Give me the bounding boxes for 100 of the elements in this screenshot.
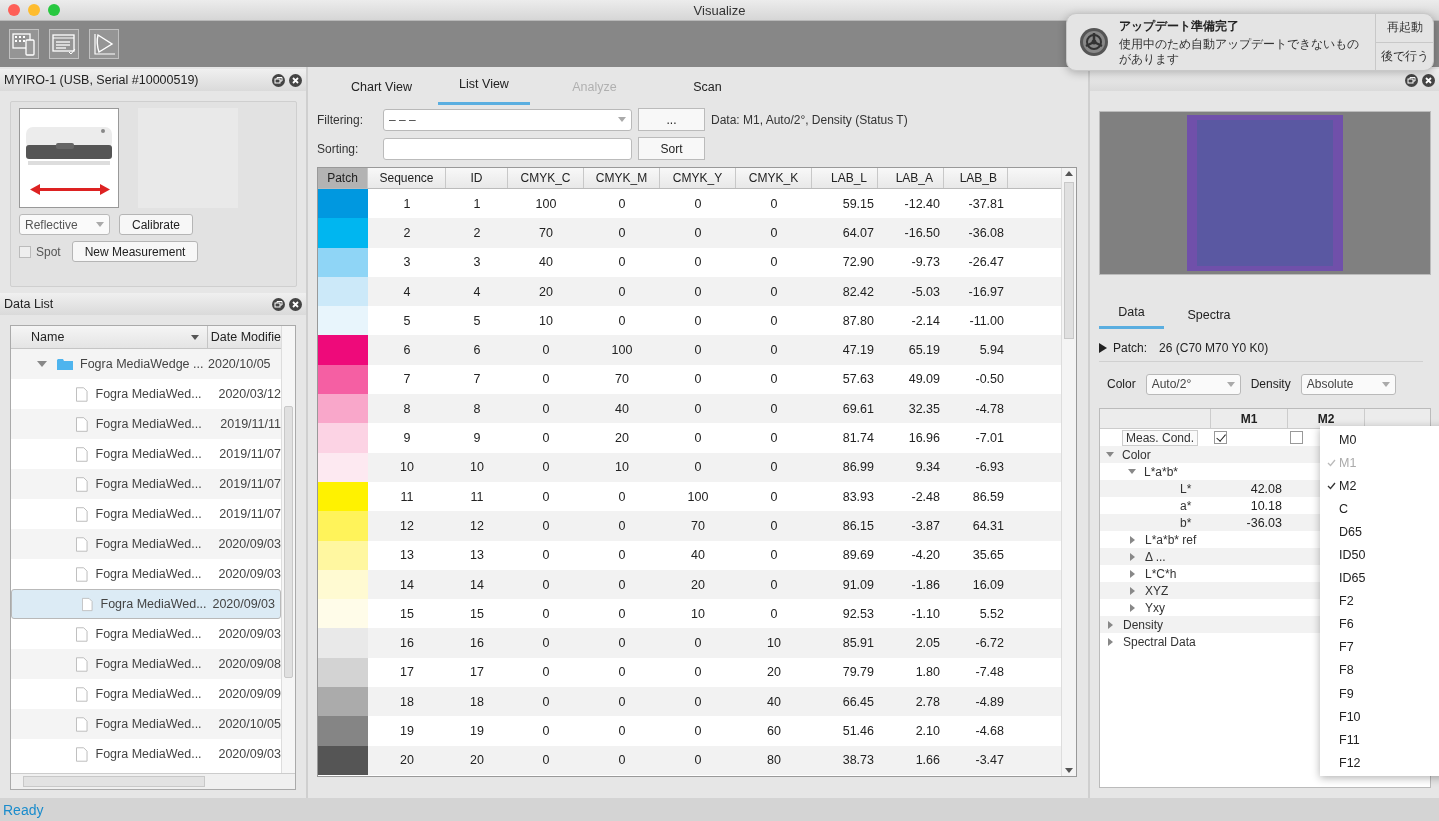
file-row[interactable]: Fogra MediaWed... 2020/10/05	[11, 709, 281, 739]
column-header[interactable]: CMYK_K	[736, 168, 812, 188]
table-cell-text: 92.53	[841, 605, 875, 623]
menu-item[interactable]: M0	[1320, 428, 1439, 452]
file-row[interactable]: Fogra MediaWed... 2019/11/07	[11, 469, 281, 499]
table-cell-text: 9	[472, 430, 482, 447]
column-header[interactable]: Patch	[318, 168, 368, 188]
filter-select[interactable]: – – –	[383, 108, 632, 131]
menu-item[interactable]: M2	[1320, 474, 1439, 498]
menu-item[interactable]: ID65	[1320, 566, 1439, 590]
menu-item[interactable]: ID50	[1320, 543, 1439, 567]
column-header[interactable]: CMYK_Y	[660, 168, 736, 188]
table-cell-text: 0	[693, 224, 703, 242]
table-cell-text: 20	[766, 664, 782, 682]
column-header[interactable]: LAB_B	[944, 168, 1008, 188]
density-label: Density	[1250, 377, 1291, 391]
table-cell-text: 8	[472, 400, 482, 418]
table-cell-text: 6	[472, 342, 482, 360]
mode-select[interactable]: Reflective	[19, 214, 110, 235]
folder-row[interactable]: Fogra MediaWedge ... 2020/10/05	[11, 349, 281, 379]
table-cell-text: -1.10	[910, 605, 941, 623]
column-header[interactable]: LAB_L	[812, 168, 878, 188]
menu-item[interactable]: F10	[1320, 705, 1439, 729]
table-cell-text: 81.74	[841, 430, 875, 447]
tree-label: L*	[1180, 481, 1192, 496]
menu-item[interactable]: D65	[1320, 520, 1439, 544]
column-header[interactable]: M1	[1211, 409, 1288, 428]
menu-item[interactable]: F12	[1320, 751, 1439, 775]
table-cell-text: 86.15	[841, 517, 875, 535]
menu-item[interactable]: F9	[1320, 682, 1439, 706]
table-cell-text: 0	[541, 576, 551, 594]
table-cell-text: 87.80	[841, 312, 875, 330]
column-header[interactable]: Date Modifie	[207, 326, 281, 348]
table-cell-text: 12	[469, 517, 485, 535]
tree-label: Color	[1122, 447, 1151, 462]
file-row[interactable]: Fogra MediaWed... 2020/09/08	[11, 649, 281, 679]
detail-tab[interactable]: Spectra	[1164, 303, 1254, 329]
table-cell-text: 1	[472, 195, 482, 213]
column-header[interactable]: Name	[11, 326, 208, 348]
table-cell-text: 5	[472, 312, 482, 330]
table-cell-text: 5	[402, 312, 412, 330]
menu-item[interactable]: F8	[1320, 658, 1439, 683]
more-button[interactable]: ...	[638, 108, 705, 131]
table-cell-text: -2.48	[910, 488, 941, 506]
table-cell-text: -16.50	[903, 224, 941, 242]
table-cell-text: 0	[693, 283, 703, 301]
new-measurement-button[interactable]: New Measurement	[71, 241, 199, 262]
table-cell-text: 0	[693, 664, 703, 682]
view-tab[interactable]: List View	[438, 71, 530, 105]
color-select[interactable]: Auto/2°	[1145, 373, 1241, 395]
column-header[interactable]: ID	[446, 168, 508, 188]
file-row[interactable]: Fogra MediaWed... 2019/11/11	[11, 409, 281, 439]
table-cell-text: 20	[399, 752, 415, 770]
file-row[interactable]: Fogra MediaWed... 2020/09/03	[11, 529, 281, 559]
file-row[interactable]: Fogra MediaWed... 2020/09/03	[11, 589, 281, 619]
menu-item[interactable]: F2	[1320, 589, 1439, 613]
table-cell-text: -16.97	[967, 283, 1005, 301]
table-cell-text: 0	[617, 224, 627, 242]
table-cell-text: 13	[399, 547, 415, 565]
menu-item[interactable]: F6	[1320, 612, 1439, 636]
table-cell-text: 0	[693, 371, 703, 389]
table-cell-text: -7.48	[974, 664, 1005, 682]
file-name: Fogra MediaWed...	[95, 387, 203, 401]
table-cell-text: 66.45	[841, 693, 875, 711]
column-header[interactable]: CMYK_M	[584, 168, 660, 188]
date-modified: 2020/09/03	[218, 537, 281, 551]
notification-button[interactable]: 再起動	[1376, 14, 1433, 42]
table-cell-text: 0	[769, 430, 779, 447]
view-tab[interactable]: Chart View	[325, 71, 438, 105]
table-cell-text: 0	[617, 283, 627, 301]
menu-item[interactable]: F11	[1320, 728, 1439, 752]
table-cell-text: 0	[769, 488, 779, 506]
column-header[interactable]: Sequence	[368, 168, 446, 188]
date-modified: 2020/10/05	[208, 357, 271, 371]
tree-label: L*C*h	[1145, 566, 1177, 581]
table-cell-text: 0	[693, 312, 703, 330]
sort-button[interactable]: Sort	[638, 137, 705, 160]
table-cell-text: 14	[399, 576, 415, 594]
table-cell-text: 20	[538, 283, 554, 301]
table-cell-text: 0	[693, 254, 703, 272]
data-info: Data: M1, Auto/2°, Density (Status T)	[711, 112, 908, 127]
calibrate-button[interactable]: Calibrate	[119, 214, 194, 235]
view-tab[interactable]: Scan	[651, 71, 764, 105]
patch-value: 26 (C70 M70 Y0 K0)	[1159, 341, 1269, 355]
table-cell-text: 0	[541, 752, 551, 770]
table-cell-text: -37.81	[967, 195, 1005, 213]
column-header[interactable]: CMYK_C	[508, 168, 584, 188]
density-select[interactable]: Absolute	[1300, 373, 1396, 395]
detail-tab[interactable]: Data	[1099, 303, 1164, 329]
column-header[interactable]: LAB_A	[878, 168, 944, 188]
table-cell-text: 16	[469, 635, 485, 653]
table-cell-text: -9.73	[910, 254, 941, 272]
table-cell-text: 60	[766, 723, 782, 740]
file-name: Fogra MediaWed...	[95, 447, 203, 461]
menu-item[interactable]: F7	[1320, 635, 1439, 659]
window-title: Visualize	[693, 2, 746, 18]
menu-item[interactable]: C	[1320, 497, 1439, 521]
notification-button[interactable]: 後で行う	[1376, 41, 1433, 70]
table-cell-text: 82.42	[841, 283, 875, 301]
table-cell-text: 10	[399, 459, 415, 477]
